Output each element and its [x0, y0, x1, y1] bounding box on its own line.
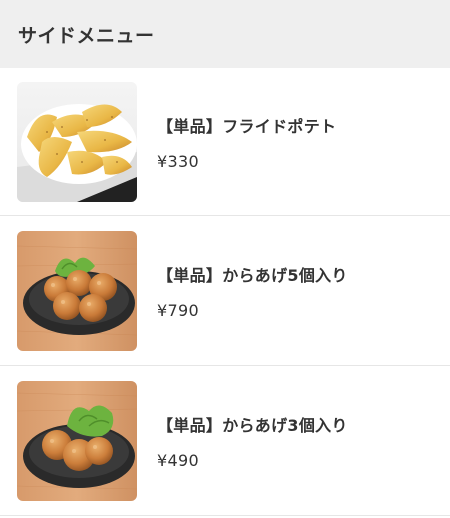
item-price: ¥490	[157, 450, 199, 470]
item-name[interactable]: 【単品】フライドポテト	[157, 113, 336, 137]
karaage-5-image[interactable]	[17, 230, 137, 351]
item-info: 【単品】からあげ5個入り ¥790	[157, 262, 348, 320]
item-price: ¥330	[157, 151, 199, 171]
menu-item-karaage-5[interactable]: 【単品】からあげ5個入り ¥790	[0, 216, 450, 366]
item-name[interactable]: 【単品】からあげ3個入り	[157, 412, 348, 436]
menu-list: 【単品】フライドポテト ¥330 【単品】からあげ5個入り ¥790 【単品】か…	[0, 68, 450, 516]
item-info: 【単品】フライドポテト ¥330	[157, 113, 336, 171]
fried-potato-image[interactable]	[17, 81, 137, 202]
menu-item-fried-potato[interactable]: 【単品】フライドポテト ¥330	[0, 68, 450, 216]
item-info: 【単品】からあげ3個入り ¥490	[157, 412, 348, 470]
karaage-3-image[interactable]	[17, 380, 137, 501]
page-title: サイドメニュー	[18, 24, 155, 47]
item-price: ¥790	[157, 300, 199, 320]
page-header: サイドメニュー	[0, 0, 450, 68]
menu-item-karaage-3[interactable]: 【単品】からあげ3個入り ¥490	[0, 366, 450, 516]
item-name[interactable]: 【単品】からあげ5個入り	[157, 262, 348, 286]
